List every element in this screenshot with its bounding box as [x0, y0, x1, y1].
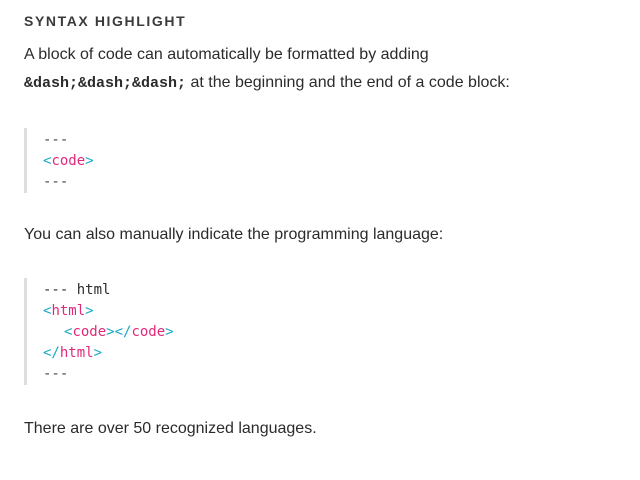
inline-code-fence: &dash;&dash;&dash; [24, 75, 187, 92]
code-bracket: > [85, 153, 94, 169]
intro-paragraph: A block of code can automatically be for… [24, 41, 624, 98]
code-open-fence: --- [43, 132, 69, 148]
footer-paragraph: There are over 50 recognized languages. [24, 420, 317, 437]
code-block-html: --- html <html> <code></code> </html> --- [24, 278, 624, 385]
code-bracket: > [165, 324, 174, 340]
code-bracket: </ [43, 345, 60, 361]
manual-language-paragraph: You can also manually indicate the progr… [24, 226, 444, 243]
code-tag-name: code [131, 324, 166, 340]
code-tag-name: html [51, 303, 86, 319]
code-close-fence: --- [43, 174, 69, 190]
intro-text: A block of code can automatically be for… [24, 46, 429, 63]
code-close-fence: --- [43, 366, 69, 382]
section-title: SYNTAX HIGHLIGHT [24, 13, 187, 29]
code-bracket: > [93, 345, 103, 361]
code-line-html-close: </html> [43, 343, 624, 364]
code-tag-name: code [72, 324, 107, 340]
code-open-fence-with-language: --- html [43, 282, 111, 298]
code-tag-name: code [51, 153, 86, 169]
syntax-highlight-section: SYNTAX HIGHLIGHT A block of code can aut… [24, 12, 624, 443]
code-bracket: > [85, 303, 94, 319]
code-line-html-open: <html> [43, 301, 624, 322]
code-bracket: ></ [106, 324, 132, 340]
code-line-code-element: <code></code> [43, 322, 624, 343]
code-line-tag: <code> [43, 151, 624, 172]
code-tag-name: html [59, 345, 94, 361]
intro-suffix: at the beginning and the end of a code b… [186, 74, 510, 91]
code-block-basic: --- <code> --- [24, 128, 624, 193]
